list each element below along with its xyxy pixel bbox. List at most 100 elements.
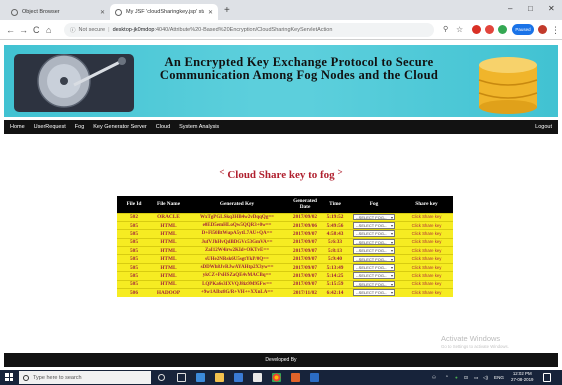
chevron-up-icon[interactable]: ⌃ [445, 370, 449, 385]
network-icon[interactable]: ⊡ [464, 370, 468, 385]
extension-icon[interactable] [498, 25, 507, 34]
nav-system-analysis[interactable]: System Analysis [179, 124, 219, 130]
share-key-cell: Click Share key [400, 246, 453, 255]
file-id-cell: 505 [117, 220, 151, 230]
nav-fog[interactable]: Fog [75, 124, 84, 130]
minimize-icon[interactable]: – [508, 2, 512, 16]
info-icon[interactable]: ⓘ [70, 26, 76, 34]
file-explorer-icon[interactable] [215, 373, 224, 382]
share-key-cell: Click Share key [400, 254, 453, 264]
fog-select[interactable]: --SELECT FOG-- [353, 222, 395, 229]
maximize-icon[interactable]: □ [528, 2, 533, 16]
tab-label: My JSF 'cloudSharingkey.jsp' sta [126, 9, 204, 15]
fog-select[interactable]: --SELECT FOG-- [353, 289, 395, 296]
mail-icon[interactable] [253, 373, 262, 382]
generated-key-cell: sDDWh8JvRJwAYAHtp2X3yw== [186, 262, 288, 272]
address-bar: ← → C ⌂ ⓘ Not secure | desktop-jk0mdop :… [0, 20, 562, 40]
fog-select[interactable]: --SELECT FOG-- [353, 238, 395, 246]
share-key-link[interactable]: Click Share key [412, 223, 442, 228]
forward-icon[interactable]: → [19, 23, 28, 37]
search-icon[interactable]: ⚲ [443, 23, 448, 37]
close-tab-icon[interactable]: ✕ [208, 9, 213, 16]
logout-link[interactable]: Logout [535, 120, 552, 134]
table-header-row: File Id File Name Generated Key Generate… [117, 196, 453, 213]
clock-date: 27-08-2019 [511, 377, 534, 382]
url-host: desktop-jk0mdop [112, 27, 155, 33]
volume-icon[interactable]: ◁) [483, 370, 488, 385]
nav-user-request[interactable]: UserRequest [34, 124, 66, 130]
activate-windows-title: Activate Windows [441, 334, 501, 343]
task-view-icon[interactable] [177, 373, 186, 382]
store-icon[interactable] [234, 373, 243, 382]
taskbar-clock[interactable]: 12:02 PM 27-08-2019 [511, 371, 533, 383]
edge-icon[interactable] [196, 373, 205, 382]
bookmark-star-icon[interactable]: ☆ [456, 23, 463, 37]
antivirus-icon[interactable]: ● [455, 370, 458, 385]
tab-object-browser[interactable]: Object Browser ✕ [6, 4, 110, 20]
table-row: 505 HTML sUHe2NRsk6U5sgtYkP/0Q== 2017/09/07… [117, 254, 453, 264]
file-id-cell: 506 [117, 287, 151, 297]
share-key-link[interactable]: Click Share key [412, 231, 442, 236]
close-window-icon[interactable]: ✕ [548, 2, 555, 16]
table-row: 505 HTML sDDWh8JvRJwAYAHtp2X3yw== 2017/09/0… [117, 262, 453, 272]
profile-avatar[interactable] [538, 25, 547, 34]
fog-select[interactable]: --SELECT FOG-- [353, 280, 395, 288]
nav-key-generator-server[interactable]: Key Generator Server [93, 124, 147, 130]
fog-select[interactable]: --SELECT FOG-- [353, 230, 395, 237]
profile-paused-button[interactable]: Paused [512, 24, 534, 35]
share-key-link[interactable]: Click Share key [412, 256, 442, 261]
file-id-cell: 505 [117, 262, 151, 272]
app-icon[interactable] [310, 373, 319, 382]
action-center-icon[interactable] [543, 373, 551, 382]
windows-start-icon[interactable] [5, 373, 13, 381]
fog-select[interactable]: --SELECT FOG-- [353, 264, 395, 271]
fog-select[interactable]: --SELECT FOG-- [353, 255, 395, 263]
reload-icon[interactable]: C [33, 23, 40, 37]
url-field[interactable]: ⓘ Not secure | desktop-jk0mdop :4040/Att… [64, 23, 434, 37]
extension-icon[interactable] [485, 25, 494, 34]
share-key-link[interactable]: Click Share key [412, 248, 442, 253]
separator: | [108, 27, 110, 33]
generated-key-cell: ZaI12W4irw2KId+OKTvE== [186, 246, 288, 255]
generated-key-cell: JufVJhHvQdBDGVc53GmVA== [186, 237, 288, 247]
share-key-link[interactable]: Click Share key [412, 239, 442, 244]
nav-cloud[interactable]: Cloud [156, 124, 170, 130]
app-icon[interactable] [291, 373, 300, 382]
windows-taskbar: Type here to search ⚇ ⌃ ● ⊡ ▭ ◁) ENG 12:… [0, 370, 562, 385]
site-footer: Developed By [4, 353, 558, 367]
share-key-link[interactable]: Click Share key [412, 273, 442, 278]
time-cell: 4:58:43 [322, 229, 348, 239]
new-tab-button[interactable]: + [224, 4, 230, 18]
home-icon[interactable]: ⌂ [46, 23, 51, 37]
taskbar-search[interactable]: Type here to search [19, 371, 151, 384]
table-row: 505 HTML ZaI12W4irw2KId+OKTvE== 2017/09/07 5… [117, 246, 453, 255]
chrome-icon[interactable] [272, 373, 281, 382]
battery-icon[interactable]: ▭ [474, 370, 478, 385]
tab-cloud-sharing-key[interactable]: My JSF 'cloudSharingkey.jsp' sta ✕ [110, 4, 218, 20]
time-cell: 5:15:59 [322, 279, 348, 289]
browser-menu-icon[interactable]: ⋮ [551, 23, 560, 37]
site-nav: Home UserRequest Fog Key Generator Serve… [4, 120, 558, 134]
file-id-cell: 505 [117, 237, 151, 247]
generated-key-cell: ykCZ+PsHSZaQE4vMACBq== [186, 271, 288, 281]
file-name-cell: ORACLE [151, 212, 186, 222]
extension-icon[interactable] [472, 25, 481, 34]
language-indicator[interactable]: ENG [494, 370, 504, 385]
back-icon[interactable]: ← [6, 23, 15, 37]
fog-cell: --SELECT FOG-- [348, 287, 400, 297]
people-icon[interactable]: ⚇ [432, 370, 436, 385]
fog-select[interactable]: --SELECT FOG-- [353, 247, 395, 254]
table-row: 502 ORACLE WxTgPGLSkq3HB4w2vDqqQg== 2017/09… [117, 212, 453, 222]
file-name-cell: HTML [151, 279, 186, 289]
share-key-link[interactable]: Click Share key [412, 290, 442, 295]
share-key-link[interactable]: Click Share key [412, 281, 442, 286]
share-key-link[interactable]: Click Share key [412, 214, 442, 219]
fog-select[interactable]: --SELECT FOG-- [353, 213, 395, 221]
microphone-icon[interactable] [158, 374, 165, 381]
generated-key-cell: WxTgPGLSkq3HB4w2vDqqQg== [186, 212, 288, 222]
share-key-link[interactable]: Click Share key [412, 265, 442, 270]
right-arrow: > [337, 167, 343, 177]
fog-select[interactable]: --SELECT FOG-- [353, 272, 395, 279]
nav-home[interactable]: Home [10, 124, 25, 130]
close-tab-icon[interactable]: ✕ [100, 9, 105, 16]
